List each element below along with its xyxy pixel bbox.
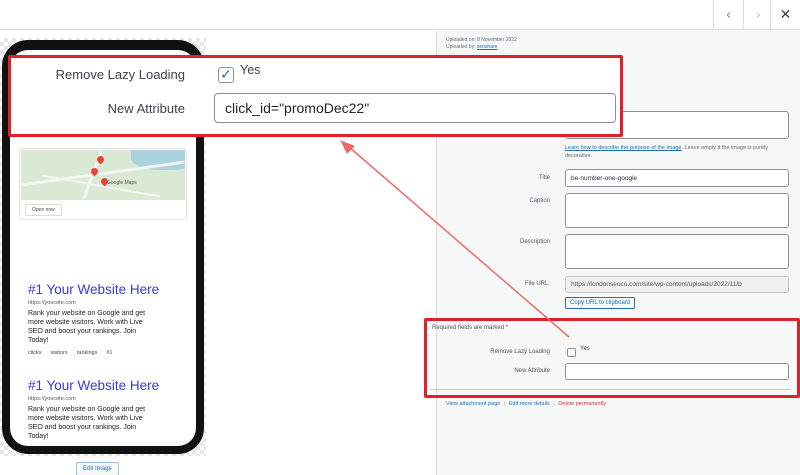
result-description: Rank your website on Google and get more… — [28, 310, 146, 344]
map-thumbnail: Google Maps — [21, 150, 185, 200]
uploaded-by-link[interactable]: seoshare — [477, 44, 498, 50]
attachment-actions: View attachment page | Edit more details… — [446, 401, 606, 407]
title-label: Title — [538, 175, 550, 181]
result-title: #1 Your Website Here — [28, 378, 160, 393]
upload-info: Uploaded on: 8 November 2022 Uploaded by… — [446, 37, 517, 51]
close-icon[interactable]: ✕ — [770, 0, 800, 30]
uploaded-by-label: Uploaded by: — [446, 44, 477, 50]
uploaded-by: Uploaded by: seoshare — [446, 44, 517, 51]
result-link: #1 — [106, 350, 113, 356]
map-card: Google Maps Open now — [19, 148, 187, 220]
map-road — [41, 174, 161, 198]
result-url: https://yoursite.com — [28, 396, 76, 402]
search-result: #1 Your Website Here https://yoursite.co… — [28, 378, 188, 446]
checkmark-icon: ✓ — [220, 67, 232, 83]
link-separator: | — [553, 401, 555, 407]
alt-text-help: Learn how to describe the purpose of the… — [565, 144, 787, 160]
result-title: #1 Your Website Here — [28, 282, 160, 297]
copy-url-button[interactable]: Copy URL to clipboard — [565, 297, 636, 309]
zoom-remove-lazy-label: Remove Lazy Loading — [55, 67, 185, 82]
link-separator: | — [503, 401, 506, 407]
result-links: clicks visitors rankings #1 — [28, 350, 188, 356]
view-attachment-link[interactable]: View attachment page — [446, 401, 500, 407]
edit-details-link[interactable]: Edit more details — [509, 401, 550, 407]
result-description: Rank your website on Google and get more… — [28, 406, 146, 440]
highlight-box-original — [424, 318, 800, 398]
description-field[interactable] — [565, 234, 789, 269]
zoom-new-attribute-label: New Attribute — [107, 101, 185, 116]
modal-header: ‹ › ✕ — [0, 0, 800, 30]
caption-field[interactable] — [565, 193, 789, 228]
search-result: #1 Your Website Here https://yoursite.co… — [28, 282, 188, 356]
result-url: https://yoursite.com — [28, 300, 76, 306]
delete-permanently-link[interactable]: Delete permanently — [558, 401, 606, 407]
open-now-button: Open now — [25, 204, 62, 216]
edit-image-button[interactable]: Edit Image — [76, 462, 119, 475]
zoom-new-attribute-field[interactable]: click_id="promoDec22" — [214, 93, 616, 123]
chevron-right-icon[interactable]: › — [743, 0, 773, 30]
file-url-field[interactable]: https://londonseoco.com/site/wp-content/… — [565, 276, 789, 293]
title-field[interactable]: be-number-one-google — [565, 169, 789, 187]
alt-text-help-link[interactable]: Learn how to describe the purpose of the… — [565, 145, 682, 151]
result-link: visitors — [50, 350, 68, 356]
map-label: Google Maps — [107, 180, 137, 186]
chevron-left-icon[interactable]: ‹ — [713, 0, 743, 30]
file-url-label: File URL: — [524, 281, 550, 287]
uploaded-on: Uploaded on: 8 November 2022 — [446, 37, 517, 43]
result-link: clicks — [28, 350, 42, 356]
zoom-remove-lazy-checkbox[interactable]: ✓ — [218, 67, 234, 83]
result-link: rankings — [76, 350, 98, 356]
caption-label: Caption — [529, 198, 550, 204]
description-label: Description — [519, 239, 550, 245]
zoom-remove-lazy-yes: Yes — [240, 63, 261, 77]
